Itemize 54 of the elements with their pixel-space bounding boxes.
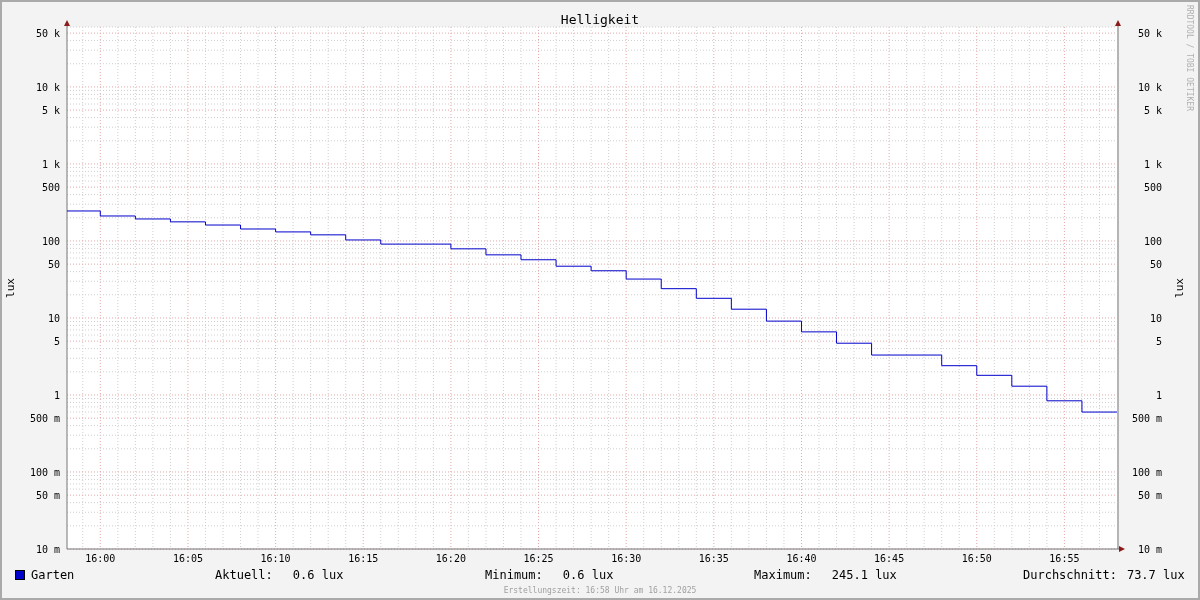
stat-value: 0.6 lux — [292, 567, 344, 584]
y-tick-label: 500 — [1143, 182, 1162, 194]
stat-label: Durchschnitt: — [1023, 567, 1117, 584]
y-tick-label: 500 m — [1131, 413, 1162, 425]
y-tick-label: 5 — [1155, 336, 1162, 348]
y-tick-label: 50 — [47, 259, 60, 271]
x-tick-label: 16:25 — [523, 553, 554, 564]
y-tick-label: 5 k — [1143, 105, 1162, 117]
y-tick-label: 5 k — [41, 105, 60, 117]
y-tick-label: 100 m — [29, 467, 60, 478]
x-tick-label: 16:10 — [260, 553, 291, 564]
y-tick-label: 10 — [47, 312, 60, 324]
y-tick-label: 1 k — [1143, 158, 1162, 170]
y-tick-label: 100 — [1143, 235, 1162, 247]
y-tick-label: 500 — [41, 182, 60, 194]
x-tick-label: 16:50 — [961, 553, 992, 564]
stat-value: 0.6 lux — [562, 567, 614, 584]
legend-label: Garten — [31, 567, 75, 584]
y-tick-label: 50 m — [1137, 490, 1162, 502]
y-tick-label: 50 — [1149, 259, 1162, 271]
stat-value: 245.1 lux — [831, 567, 897, 584]
y-tick-label: 500 m — [29, 413, 60, 425]
stat-value: 73.7 lux — [1126, 567, 1185, 584]
y-tick-label: 100 — [41, 235, 60, 247]
x-tick-label: 16:00 — [85, 553, 116, 564]
stat-label: Minimum: — [485, 567, 543, 584]
x-tick-label: 16:30 — [611, 553, 642, 564]
y-tick-label: 50 k — [35, 28, 60, 40]
x-tick-label: 16:05 — [172, 553, 203, 564]
footer-text: Erstellungszeit: 16:58 Uhr am 16.12.2025 — [503, 585, 697, 597]
y-tick-label: 10 k — [35, 81, 60, 93]
y-tick-label: 50 k — [1137, 28, 1162, 40]
x-tick-label: 16:35 — [698, 553, 729, 564]
chart-title: Helligkeit — [560, 12, 640, 27]
x-tick-label: 16:45 — [874, 553, 905, 564]
y-tick-label: 1 k — [41, 158, 60, 170]
y-tick-label: 1 — [1155, 390, 1162, 401]
y-tick-label: 50 m — [35, 490, 60, 502]
y-tick-label: 10 — [1149, 312, 1162, 324]
x-tick-label: 16:40 — [786, 553, 817, 564]
y-tick-label: 5 — [53, 336, 60, 348]
x-tick-label: 16:55 — [1049, 553, 1080, 564]
y-tick-label: 1 — [53, 390, 60, 401]
y-tick-label: 10 m — [1137, 544, 1162, 555]
y-axis-label: lux — [1173, 278, 1186, 298]
y-tick-label: 10 m — [35, 544, 60, 555]
y-axis-label: lux — [4, 278, 17, 298]
x-tick-label: 16:20 — [435, 553, 466, 564]
stat-label: Maximum: — [754, 567, 812, 584]
x-tick-label: 16:15 — [348, 553, 379, 564]
y-tick-label: 10 k — [1137, 81, 1162, 93]
y-tick-label: 100 m — [1131, 467, 1162, 478]
credit-text: RRDTOOL / TOBI OETIKER — [1185, 5, 1194, 111]
stat-label: Aktuell: — [215, 567, 273, 584]
